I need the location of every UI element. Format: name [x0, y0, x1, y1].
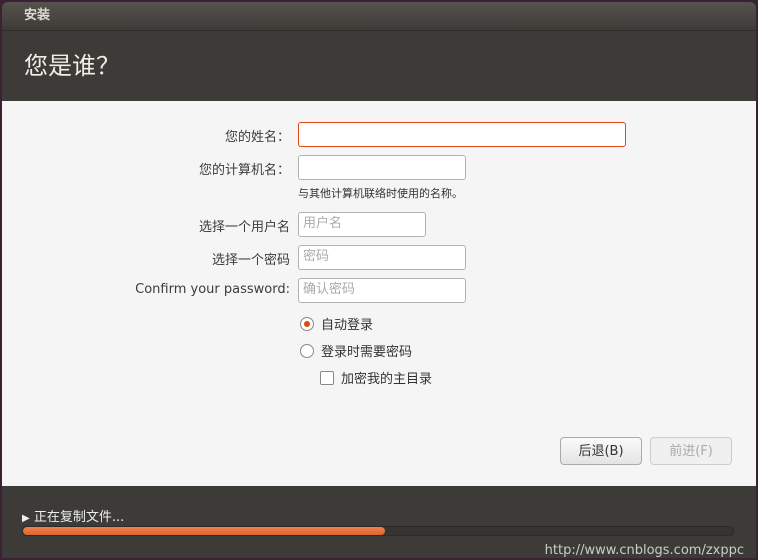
form-area: 您的姓名： 您的计算机名： 与其他计算机联络时使用的名称。 选择一个用户名 用户… [2, 101, 756, 486]
computer-name-label: 您的计算机名： [198, 163, 290, 178]
window-title: 安装 [2, 2, 756, 31]
auto-login-radio[interactable]: 自动登录 [300, 314, 373, 333]
confirm-password-label: Confirm your password: [135, 282, 290, 297]
name-input[interactable] [298, 122, 626, 147]
username-input[interactable]: 用户名 [298, 212, 426, 237]
status-expander[interactable]: ▶ 正在复制文件... [22, 506, 124, 525]
installer-window: 安装 您是谁？ 您的姓名： 您的计算机名： 与其他计算机联络时使用的名称。 选择… [2, 2, 756, 558]
progress-bar [22, 526, 734, 536]
back-button[interactable]: 后退(B) [560, 437, 642, 465]
name-label: 您的姓名： [224, 130, 290, 145]
require-password-radio[interactable]: 登录时需要密码 [300, 341, 412, 360]
computer-name-input[interactable] [298, 155, 466, 180]
confirm-password-input[interactable]: 确认密码 [298, 278, 466, 303]
expander-triangle-icon: ▶ [22, 513, 30, 524]
password-input[interactable]: 密码 [298, 245, 466, 270]
radio-checked-icon [300, 316, 314, 331]
require-password-label: 登录时需要密码 [321, 345, 413, 360]
password-label: 选择一个密码 [211, 253, 290, 268]
computer-name-hint: 与其他计算机联络时使用的名称。 [298, 187, 463, 200]
progress-fill [23, 527, 386, 535]
status-text: 正在复制文件... [33, 510, 125, 525]
username-label: 选择一个用户名 [198, 220, 290, 235]
forward-button[interactable]: 前进(F) [650, 437, 732, 465]
encrypt-home-checkbox[interactable]: 加密我的主目录 [320, 368, 432, 387]
checkbox-icon [320, 370, 334, 385]
radio-unchecked-icon [300, 343, 314, 358]
watermark: http://www.cnblogs.com/zxppc [544, 543, 744, 558]
encrypt-home-label: 加密我的主目录 [341, 372, 433, 387]
page-title: 您是谁？ [24, 52, 120, 80]
auto-login-label: 自动登录 [321, 318, 374, 333]
